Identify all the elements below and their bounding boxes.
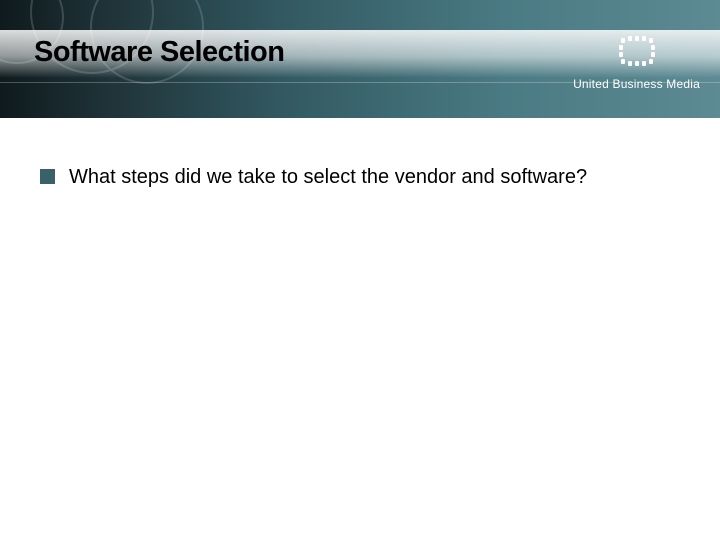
slide-body: What steps did we take to select the ven…	[40, 165, 700, 190]
ubm-logo-icon	[617, 36, 657, 71]
slide: Software Selection	[0, 0, 720, 540]
brand-block: United Business Media	[573, 36, 700, 91]
slide-title: Software Selection	[34, 36, 530, 69]
bullet-text: What steps did we take to select the ven…	[69, 165, 587, 190]
slide-header: Software Selection	[0, 0, 720, 118]
square-bullet-icon	[40, 169, 55, 184]
bullet-item: What steps did we take to select the ven…	[40, 165, 700, 190]
brand-name: United Business Media	[573, 77, 700, 91]
slide-title-container: Software Selection	[34, 36, 530, 69]
